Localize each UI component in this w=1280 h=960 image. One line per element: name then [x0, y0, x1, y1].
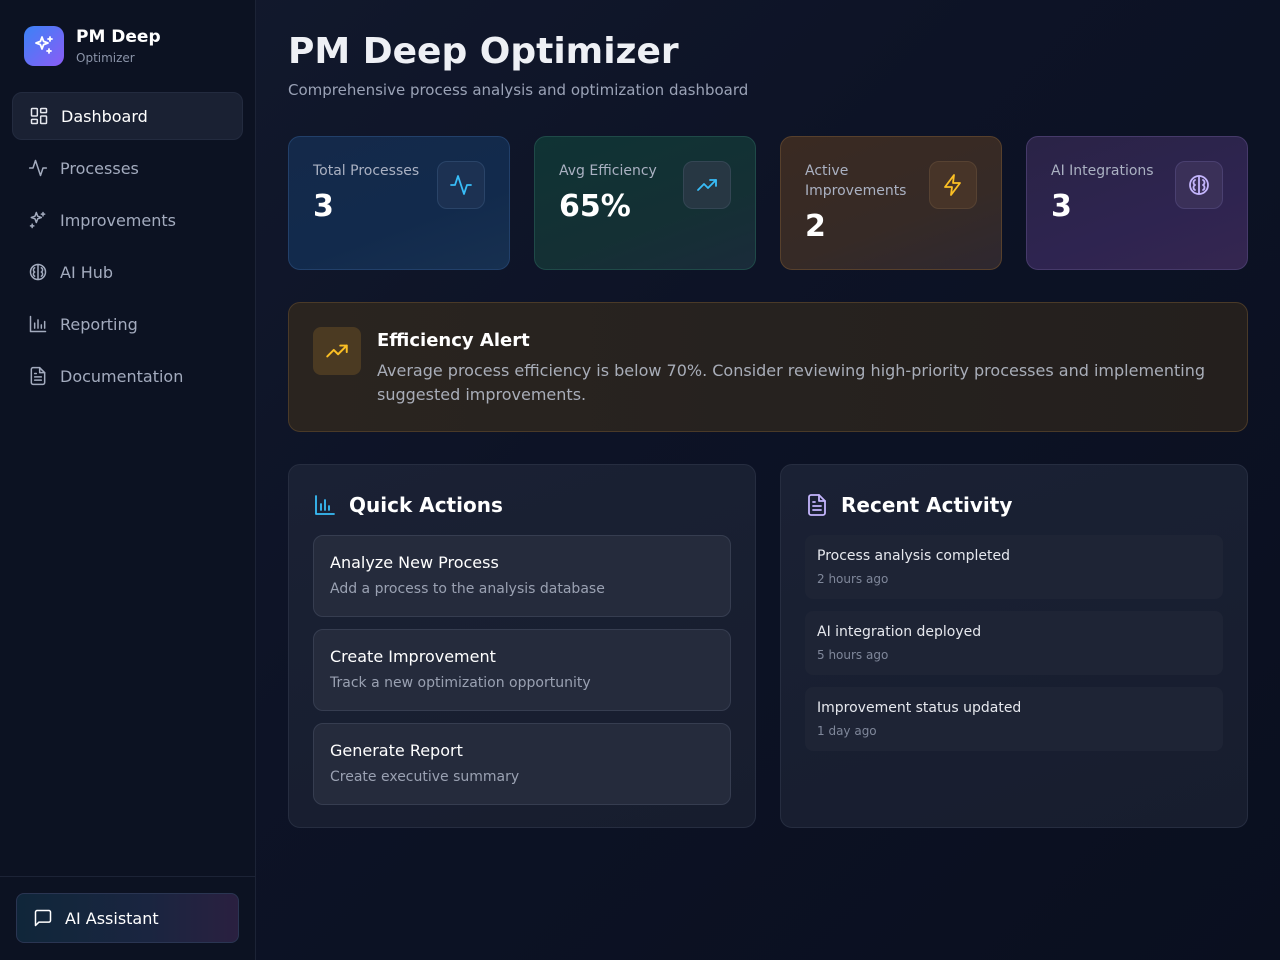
grid-icon: [30, 107, 48, 125]
activity-time: 5 hours ago: [817, 648, 889, 662]
sidebar: PM Deep Optimizer Dashboard Processes Im…: [0, 0, 256, 960]
create-improvement-button[interactable]: Create Improvement Track a new optimizat…: [313, 629, 731, 711]
panel-title: Quick Actions: [349, 493, 503, 517]
activity-icon: [437, 161, 485, 209]
brain-icon: [1175, 161, 1223, 209]
message-square-icon: [34, 909, 52, 927]
activity-icon: [28, 159, 48, 177]
panel-title: Recent Activity: [841, 493, 1013, 517]
sidebar-nav: Dashboard Processes Improvements AI Hub …: [12, 92, 243, 404]
stat-card-total-processes: Total Processes 3: [288, 136, 510, 270]
page-subtitle: Comprehensive process analysis and optim…: [288, 81, 749, 99]
bar-chart-icon: [29, 315, 47, 333]
bar-chart-icon: [315, 495, 335, 515]
sparkles-icon: [24, 26, 64, 66]
list-item: Process analysis completed 2 hours ago: [805, 535, 1223, 599]
brand[interactable]: PM Deep Optimizer: [24, 26, 161, 66]
trending-up-icon: [313, 327, 361, 375]
sidebar-item-documentation[interactable]: Documentation: [12, 352, 243, 400]
list-item: AI integration deployed 5 hours ago: [805, 611, 1223, 675]
sidebar-item-label: Reporting: [60, 314, 138, 334]
list-item: Improvement status updated 1 day ago: [805, 687, 1223, 751]
file-text-icon: [30, 366, 46, 386]
stat-label: Active Improvements: [805, 163, 907, 199]
brand-subtitle: Optimizer: [76, 51, 135, 65]
sidebar-item-ai-hub[interactable]: AI Hub: [12, 248, 243, 296]
quick-actions-panel: Quick Actions Analyze New Process Add a …: [288, 464, 756, 828]
ai-assistant-button[interactable]: AI Assistant: [16, 893, 239, 943]
efficiency-alert: Efficiency Alert Average process efficie…: [288, 302, 1248, 432]
activity-time: 1 day ago: [817, 724, 877, 738]
sidebar-item-improvements[interactable]: Improvements: [12, 196, 243, 244]
stat-cards: Total Processes 3 Avg Efficiency 65% Act…: [288, 136, 1248, 270]
sidebar-item-dashboard[interactable]: Dashboard: [12, 92, 243, 140]
stat-value: 2: [805, 209, 826, 244]
sidebar-item-processes[interactable]: Processes: [12, 144, 243, 192]
recent-activity-panel: Recent Activity Process analysis complet…: [780, 464, 1248, 828]
activity-title: Improvement status updated: [817, 700, 1022, 716]
action-desc: Create executive summary: [330, 769, 520, 785]
activity-time: 2 hours ago: [817, 572, 889, 586]
ai-assistant-label: AI Assistant: [65, 908, 159, 928]
sidebar-footer: AI Assistant: [0, 876, 255, 960]
app-root: PM Deep Optimizer Dashboard Processes Im…: [0, 0, 1280, 960]
action-desc: Track a new optimization opportunity: [330, 675, 591, 691]
sidebar-item-label: Improvements: [60, 210, 176, 230]
brand-title: PM Deep: [76, 27, 161, 47]
stat-label: Total Processes: [313, 163, 420, 179]
zap-icon: [929, 161, 977, 209]
stat-card-ai-integrations: AI Integrations 3: [1026, 136, 1248, 270]
sidebar-item-reporting[interactable]: Reporting: [12, 300, 243, 348]
sidebar-item-label: AI Hub: [60, 262, 114, 282]
page-title: PM Deep Optimizer: [288, 31, 679, 72]
action-title: Generate Report: [330, 741, 463, 760]
trending-up-icon: [683, 161, 731, 209]
sidebar-item-label: Processes: [60, 158, 139, 178]
activity-title: AI integration deployed: [817, 624, 982, 640]
alert-title: Efficiency Alert: [377, 330, 530, 351]
sidebar-item-label: Documentation: [60, 366, 184, 386]
activity-title: Process analysis completed: [817, 548, 1010, 564]
sparkles-icon: [29, 211, 46, 229]
action-title: Create Improvement: [330, 647, 496, 666]
sidebar-item-label: Dashboard: [61, 106, 148, 126]
stat-label: AI Integrations: [1051, 163, 1154, 179]
alert-body: Average process efficiency is below 70%.…: [377, 361, 1206, 404]
analyze-new-process-button[interactable]: Analyze New Process Add a process to the…: [313, 535, 731, 617]
brain-icon: [29, 263, 47, 281]
generate-report-button[interactable]: Generate Report Create executive summary: [313, 723, 731, 805]
action-desc: Add a process to the analysis database: [330, 581, 605, 597]
stat-label: Avg Efficiency: [559, 163, 657, 179]
main-content: PM Deep Optimizer Comprehensive process …: [256, 0, 1280, 960]
action-title: Analyze New Process: [330, 553, 499, 572]
stat-card-active-improvements: Active Improvements 2: [780, 136, 1002, 270]
file-text-icon: [808, 494, 826, 516]
stat-card-avg-efficiency: Avg Efficiency 65%: [534, 136, 756, 270]
